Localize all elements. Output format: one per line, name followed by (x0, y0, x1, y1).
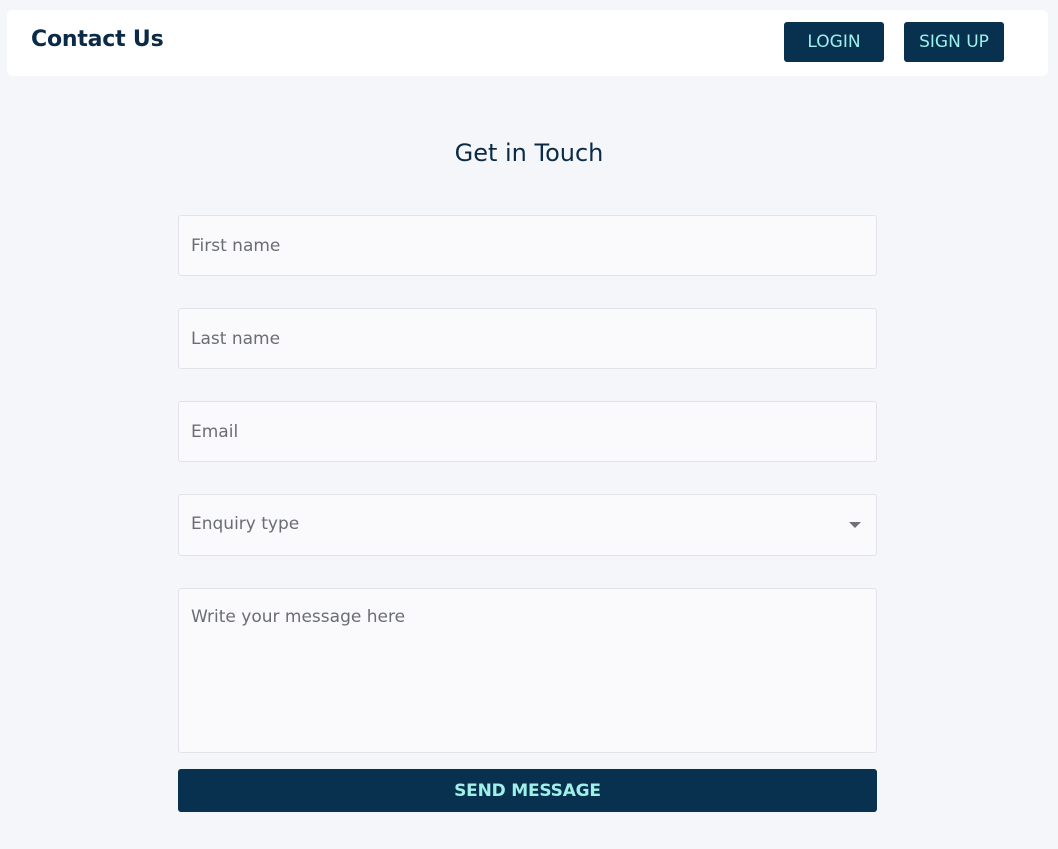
first-name-input[interactable] (178, 215, 877, 276)
form-title: Get in Touch (454, 139, 604, 167)
message-textarea[interactable] (178, 588, 877, 753)
enquiry-type-select[interactable]: Enquiry type (178, 494, 877, 556)
top-navbar: Contact Us LOGIN SIGN UP (7, 10, 1048, 76)
signup-button[interactable]: SIGN UP (904, 22, 1004, 62)
send-message-button[interactable]: SEND MESSAGE (178, 769, 877, 812)
email-input[interactable] (178, 401, 877, 462)
chevron-down-icon (849, 522, 861, 528)
enquiry-type-label: Enquiry type (191, 514, 300, 534)
login-button[interactable]: LOGIN (784, 22, 884, 62)
last-name-input[interactable] (178, 308, 877, 369)
page-title: Contact Us (31, 27, 164, 52)
